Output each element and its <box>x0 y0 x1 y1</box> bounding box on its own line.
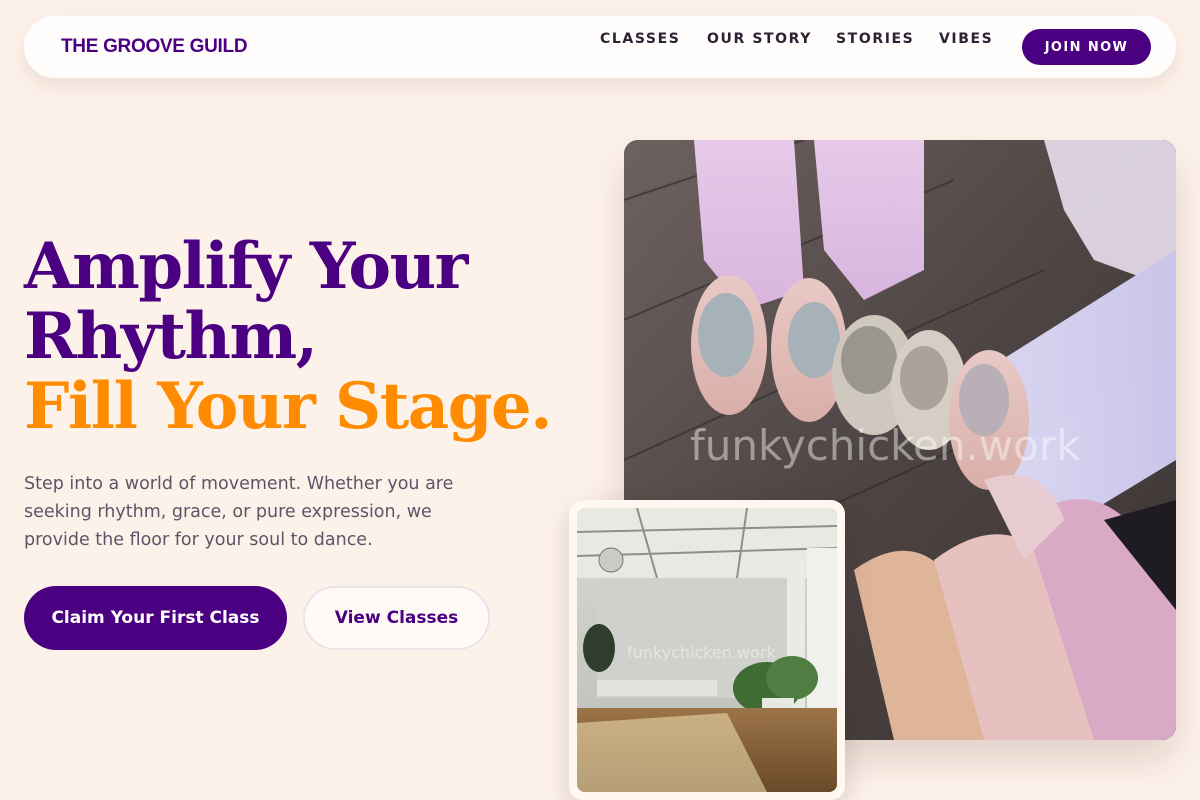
hero-title-line-2: Rhythm, <box>24 299 318 374</box>
dance-studio-illustration: funkychicken.work <box>577 508 837 792</box>
claim-first-class-button[interactable]: Claim Your First Class <box>24 586 287 650</box>
view-classes-button[interactable]: View Classes <box>303 586 490 650</box>
hero-title: Amplify Your Rhythm, Fill Your Stage. <box>24 232 584 442</box>
studio-photo-card: funkychicken.work <box>569 500 845 800</box>
brand-logo[interactable]: THE GROOVE GUILD <box>61 36 248 58</box>
main-photo-watermark: funkychicken.work <box>690 421 1081 470</box>
nav-link-vibes[interactable]: VIBES <box>939 31 993 47</box>
nav-link-stories[interactable]: STORIES <box>836 31 914 47</box>
nav-link-our-story[interactable]: OUR STORY <box>707 31 812 47</box>
nav-link-classes[interactable]: CLASSES <box>600 31 680 47</box>
dance-studio-photo: funkychicken.work <box>577 508 837 792</box>
join-now-button[interactable]: JOIN NOW <box>1022 29 1151 65</box>
studio-photo-watermark: funkychicken.work <box>627 643 776 662</box>
hero-title-line-1: Amplify Your <box>24 229 468 304</box>
top-navbar: THE GROOVE GUILD CLASSES OUR STORY STORI… <box>24 16 1176 78</box>
hero-subtitle: Step into a world of movement. Whether y… <box>24 474 454 550</box>
landing-page: THE GROOVE GUILD CLASSES OUR STORY STORI… <box>0 0 1200 800</box>
hero-title-line-3: Fill Your Stage. <box>24 369 553 444</box>
